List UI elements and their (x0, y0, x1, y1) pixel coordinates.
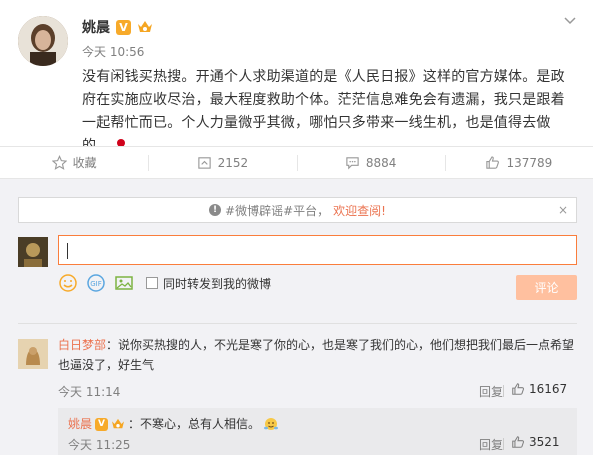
submit-comment-button[interactable]: 评论 (516, 275, 577, 300)
like-count: 137789 (506, 155, 553, 170)
commenter-name[interactable]: 白日梦部 (58, 338, 106, 352)
thumbs-up-icon (512, 383, 525, 395)
comment-reply-button[interactable]: 回复 (479, 383, 503, 400)
action-bar: 收藏 2152 8884 137789 (0, 146, 593, 178)
emoji-icon[interactable] (58, 273, 78, 293)
vip-crown-icon (112, 418, 125, 429)
reply-body: 姚晨 V ：不寒心，总有人相信。 (68, 414, 279, 434)
reply-like-count: 3521 (529, 435, 560, 449)
post-username[interactable]: 姚晨 (82, 17, 110, 37)
notice-link[interactable]: 欢迎查阅! (333, 202, 386, 219)
divider (18, 323, 577, 324)
gif-icon[interactable]: GIF (86, 273, 106, 293)
text-caret (67, 243, 68, 259)
post-avatar[interactable] (18, 16, 68, 66)
sync-repost-label: 同时转发到我的微博 (163, 276, 272, 291)
thumbs-up-icon (512, 436, 525, 448)
comment-input[interactable] (58, 235, 577, 265)
like-button[interactable]: 137789 (444, 153, 593, 173)
verified-badge-icon: V (116, 19, 131, 35)
rumor-notice-bar: ! #微博辟谣#平台， 欢迎查阅! × (18, 197, 577, 223)
comment-like-count: 16167 (529, 382, 568, 396)
post-card: 姚晨 V 今天 10:56 没有闲钱买热搜。开通个人求助渠道的是《人民日报》这样… (0, 0, 593, 154)
sync-repost-option[interactable]: 同时转发到我的微博 (146, 275, 271, 292)
star-icon (51, 155, 67, 170)
composer-toolbar: GIF 同时转发到我的微博 (58, 273, 271, 293)
favorite-label: 收藏 (72, 156, 97, 170)
separator (503, 438, 504, 450)
comment-toggle-button[interactable]: 8884 (296, 153, 445, 173)
post-content: 没有闲钱买热搜。开通个人求助渠道的是《人民日报》这样的官方媒体。是政府在实施应收… (82, 66, 578, 158)
repost-icon (197, 157, 211, 169)
reply-text: ：不寒心，总有人相信。 (128, 417, 261, 431)
comment-icon (346, 157, 359, 170)
close-icon[interactable]: × (558, 203, 568, 217)
comment-text: ：说你买热搜的人，不光是寒了你的心，也是寒了我们的心，他们想把我们最后一点希望也… (58, 338, 575, 372)
favorite-button[interactable]: 收藏 (0, 153, 148, 173)
post-time[interactable]: 今天 10:56 (82, 43, 144, 60)
comment-body: 白日梦部：说你买热搜的人，不光是寒了你的心，也是寒了我们的心，他们想把我们最后一… (58, 335, 578, 375)
vip-crown-icon (138, 21, 152, 32)
svg-text:GIF: GIF (90, 280, 102, 288)
reply-item: 姚晨 V ：不寒心，总有人相信。 今天 11:25 回复 3521 (58, 408, 577, 455)
notice-text: #微博辟谣#平台， (225, 203, 330, 218)
comment-like-button[interactable]: 16167 (511, 382, 567, 396)
hug-emoji-icon (264, 418, 279, 430)
my-avatar[interactable] (18, 237, 48, 267)
comment-count: 8884 (365, 155, 397, 170)
image-icon[interactable] (114, 273, 134, 293)
repost-count: 2152 (217, 155, 249, 170)
sync-repost-checkbox[interactable] (146, 277, 158, 289)
separator (503, 385, 504, 397)
thumbs-up-icon (486, 156, 500, 169)
reply-like-button[interactable]: 3521 (511, 435, 560, 449)
reply-reply-button[interactable]: 回复 (479, 436, 503, 453)
chevron-down-icon[interactable] (563, 14, 577, 28)
commenter-avatar[interactable] (18, 339, 48, 369)
comment-time: 今天 11:14 (58, 385, 121, 399)
info-icon: ! (209, 204, 222, 216)
repost-button[interactable]: 2152 (148, 153, 296, 173)
reply-time: 今天 11:25 (68, 438, 131, 452)
verified-badge-icon: V (95, 417, 109, 431)
reply-user-name[interactable]: 姚晨 (68, 414, 92, 434)
comment-section: ! #微博辟谣#平台， 欢迎查阅! × GIF 同时转发到我的微博 评论 白日梦… (0, 178, 593, 455)
